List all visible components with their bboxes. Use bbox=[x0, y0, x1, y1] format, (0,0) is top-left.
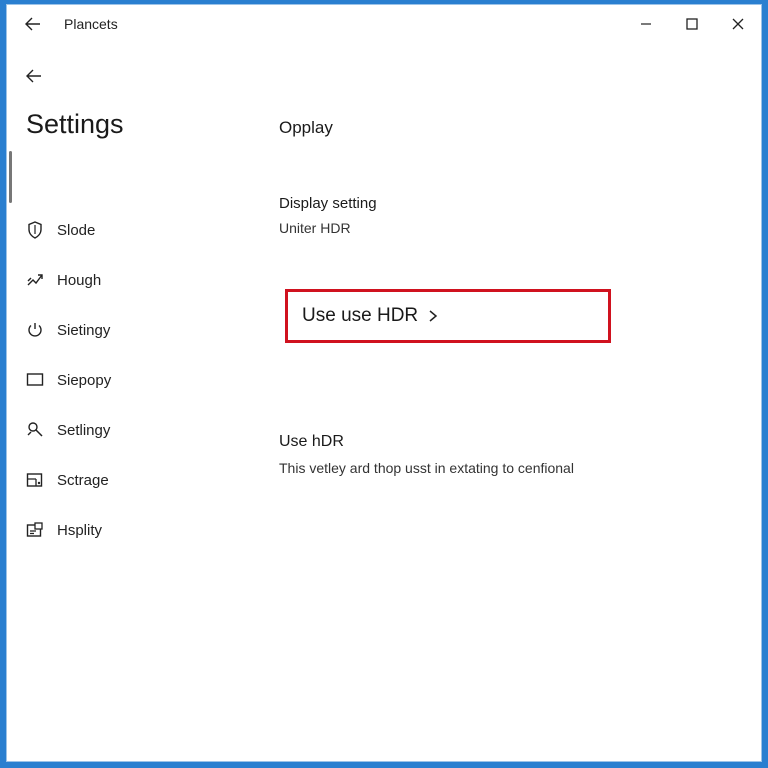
shield-icon bbox=[25, 220, 45, 240]
titlebar-back-button[interactable] bbox=[21, 12, 45, 36]
sidebar-item-label: Setlingy bbox=[57, 421, 111, 439]
use-hdr-description: This vetley ard thop usst in extating to… bbox=[279, 460, 574, 476]
app-title: Settings bbox=[26, 109, 124, 139]
sidebar-item-sietingy[interactable]: Sietingy bbox=[7, 305, 257, 355]
sidebar-item-label: Sietingy bbox=[57, 321, 111, 339]
sidebar-item-label: Siepopy bbox=[57, 371, 112, 389]
arrow-left-icon bbox=[25, 17, 40, 31]
nav-back-button[interactable] bbox=[21, 63, 47, 89]
page-title: Opplay bbox=[279, 118, 333, 137]
settings-window: Plancets Settings Slode Hough Sietingy S… bbox=[6, 4, 762, 762]
use-hdr-link-label: Use use HDR bbox=[302, 305, 419, 326]
window-title: Plancets bbox=[64, 16, 118, 32]
sidebar-item-label: Sctrage bbox=[57, 471, 109, 489]
search-icon bbox=[25, 420, 45, 440]
section-subtitle: Uniter HDR bbox=[279, 220, 351, 236]
sidebar-item-sctrage[interactable]: Sctrage bbox=[7, 455, 257, 505]
network-icon bbox=[25, 270, 45, 290]
sidebar: Slode Hough Sietingy Siepopy Setlingy Sc… bbox=[7, 205, 257, 555]
display-settings-icon bbox=[25, 520, 45, 540]
use-hdr-title: Use hDR bbox=[279, 433, 344, 450]
use-hdr-link[interactable]: Use use HDR bbox=[285, 289, 611, 343]
scrollbar[interactable] bbox=[9, 151, 12, 203]
power-icon bbox=[25, 320, 45, 340]
display-icon bbox=[25, 370, 45, 390]
sidebar-item-label: Hough bbox=[57, 271, 102, 289]
arrow-left-icon bbox=[26, 69, 41, 83]
chevron-right-icon bbox=[428, 309, 438, 323]
sidebar-item-slode[interactable]: Slode bbox=[7, 205, 257, 255]
storage-icon bbox=[25, 470, 45, 490]
section-title: Display setting bbox=[279, 195, 377, 212]
sidebar-item-hough[interactable]: Hough bbox=[7, 255, 257, 305]
sidebar-item-hsplity[interactable]: Hsplity bbox=[7, 505, 257, 555]
sidebar-item-setlingy[interactable]: Setlingy bbox=[7, 405, 257, 455]
sidebar-item-label: Slode bbox=[57, 221, 96, 239]
main-content: Opplay Display setting Uniter HDR Use us… bbox=[279, 5, 749, 761]
sidebar-item-label: Hsplity bbox=[57, 521, 103, 539]
sidebar-item-siepopy[interactable]: Siepopy bbox=[7, 355, 257, 405]
